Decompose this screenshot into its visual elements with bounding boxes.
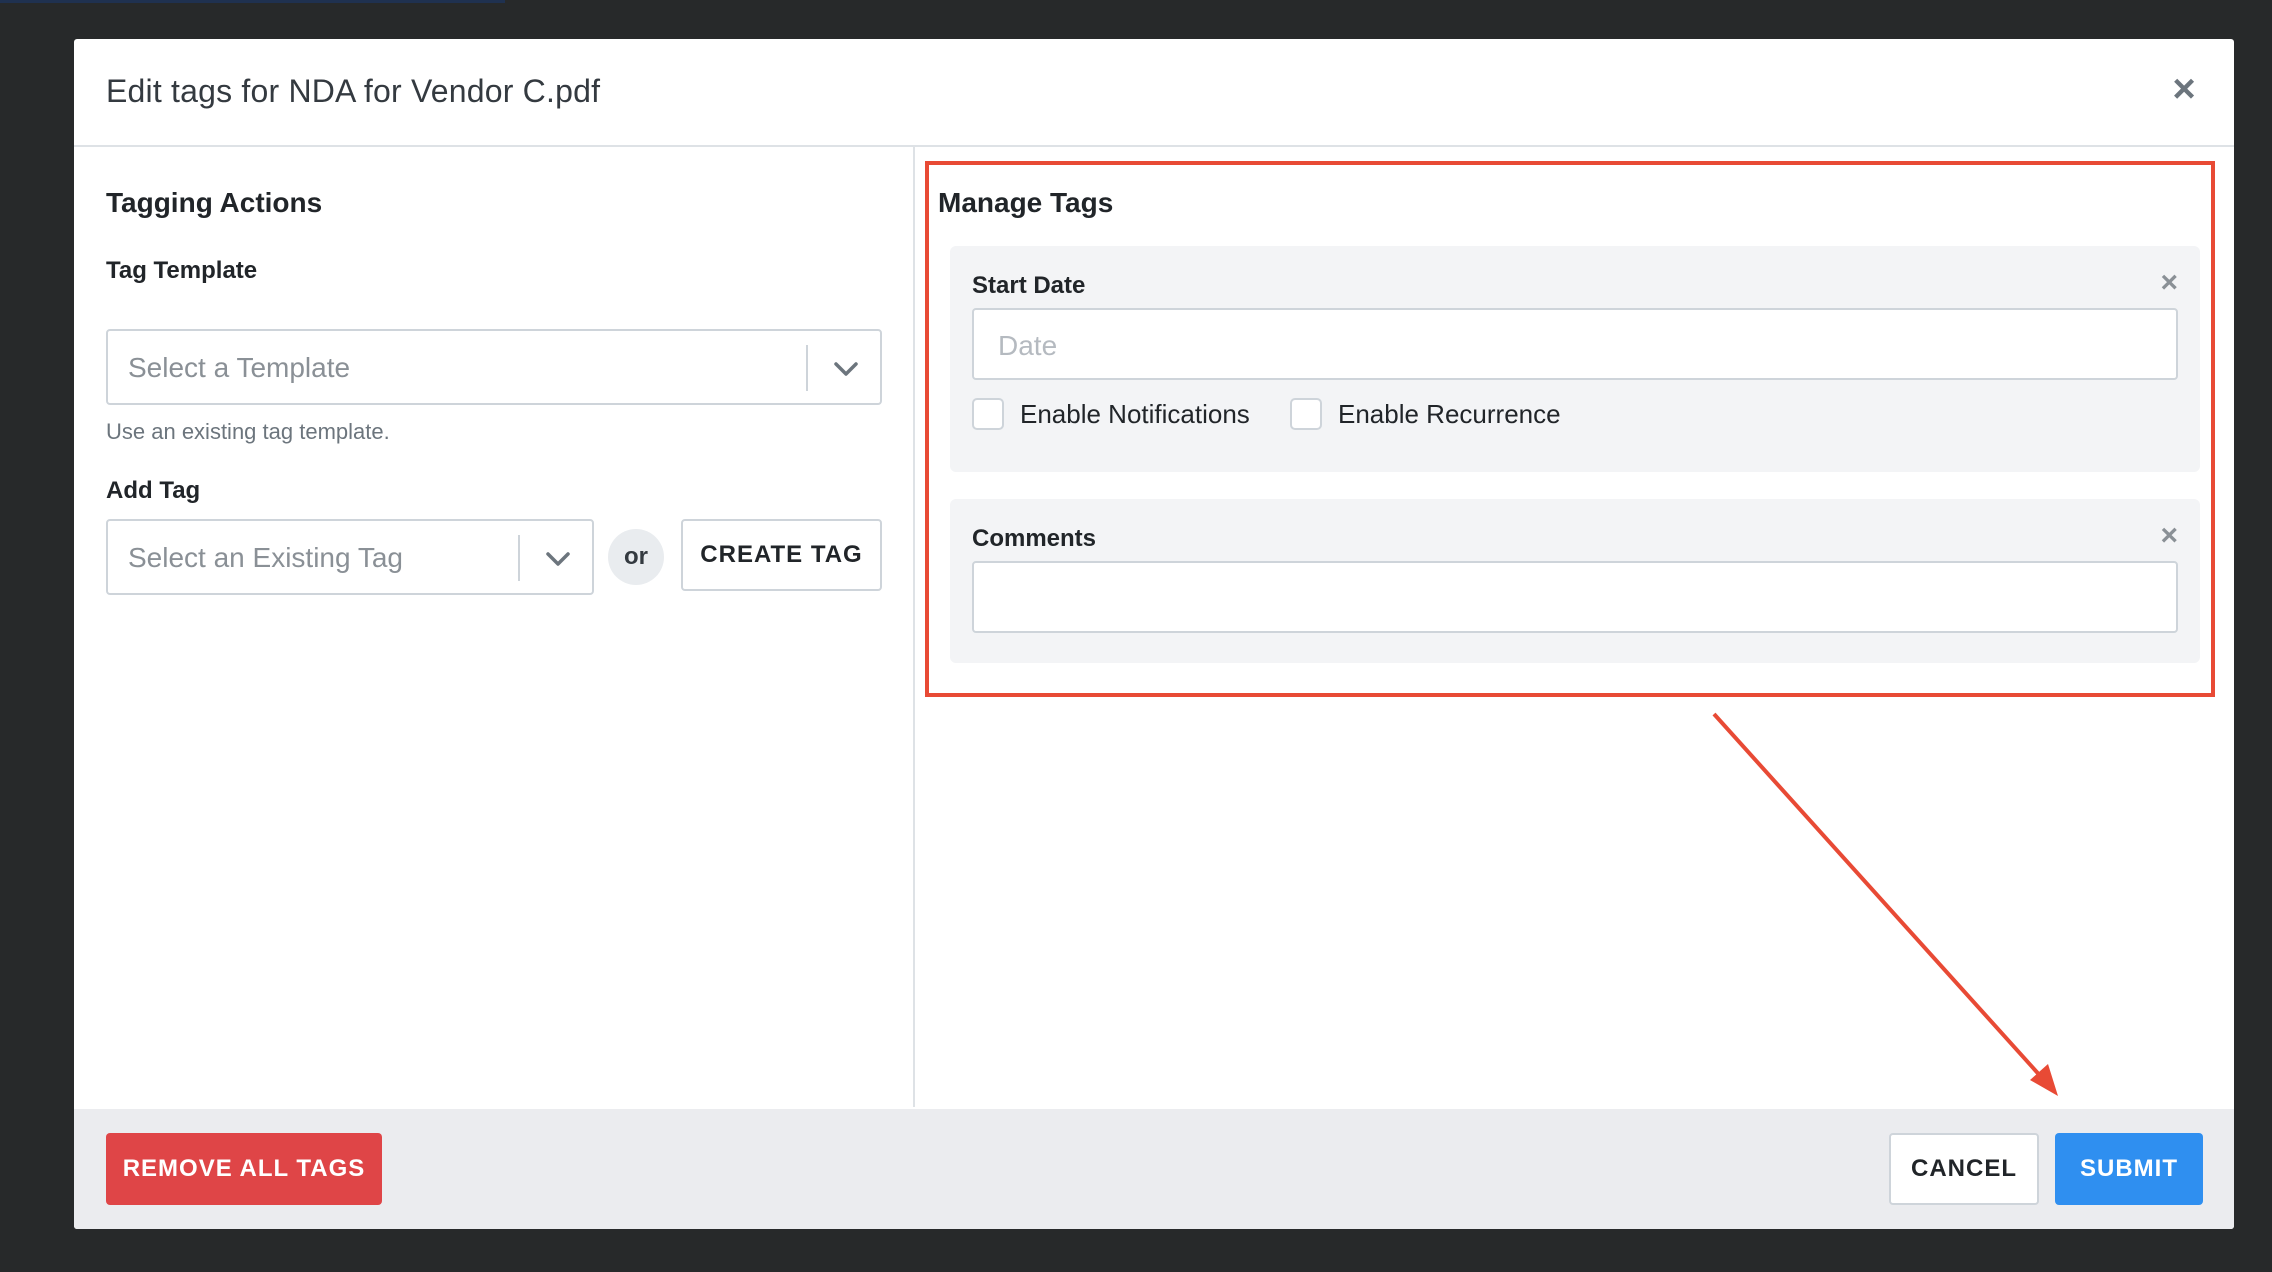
- create-tag-button[interactable]: CREATE TAG: [681, 519, 882, 591]
- enable-notifications-checkbox[interactable]: Enable Notifications: [972, 398, 1250, 430]
- remove-comments-icon[interactable]: ×: [2160, 519, 2178, 553]
- start-date-placeholder: Date: [998, 330, 1058, 361]
- manage-tags-title: Manage Tags: [938, 187, 1114, 218]
- checkbox-box[interactable]: [1290, 398, 1322, 430]
- remove-start-date-icon[interactable]: ×: [2160, 266, 2178, 300]
- modal-title: Edit tags for NDA for Vendor C.pdf: [106, 73, 601, 109]
- start-date-input[interactable]: Date: [972, 308, 2178, 380]
- add-tag-label: Add Tag: [106, 477, 201, 504]
- comments-label: Comments: [972, 525, 1097, 552]
- select-separator: [518, 535, 520, 581]
- enable-notifications-label: Enable Notifications: [1020, 398, 1250, 429]
- tag-template-placeholder: Select a Template: [128, 352, 351, 383]
- submit-button[interactable]: SUBMIT: [2055, 1133, 2203, 1205]
- or-badge: or: [608, 529, 664, 585]
- tagging-actions-pane: Tagging Actions Tag Template Select a Te…: [74, 147, 915, 1107]
- remove-all-tags-button[interactable]: REMOVE ALL TAGS: [106, 1133, 382, 1205]
- comments-tag-card: Comments ×: [950, 499, 2200, 663]
- tag-template-label: Tag Template: [106, 257, 258, 284]
- start-date-label: Start Date: [972, 272, 1086, 299]
- modal-header: Edit tags for NDA for Vendor C.pdf ×: [74, 39, 2234, 147]
- tagging-actions-title: Tagging Actions: [106, 187, 323, 218]
- modal-footer: REMOVE ALL TAGS CANCEL SUBMIT: [74, 1109, 2234, 1229]
- top-accent-line: [0, 0, 505, 3]
- add-tag-select[interactable]: Select an Existing Tag: [106, 519, 594, 595]
- checkbox-box[interactable]: [972, 398, 1004, 430]
- comments-input[interactable]: [972, 561, 2178, 633]
- chevron-down-icon: [834, 362, 858, 376]
- start-date-tag-card: Start Date × Date Enable Notifications E…: [950, 246, 2200, 472]
- tag-template-help: Use an existing tag template.: [106, 419, 390, 444]
- enable-recurrence-label: Enable Recurrence: [1338, 398, 1561, 429]
- close-icon[interactable]: ×: [2164, 69, 2204, 109]
- add-tag-placeholder: Select an Existing Tag: [128, 542, 403, 573]
- enable-recurrence-checkbox[interactable]: Enable Recurrence: [1290, 398, 1561, 430]
- cancel-button[interactable]: CANCEL: [1889, 1133, 2039, 1205]
- chevron-down-icon: [546, 552, 570, 566]
- select-separator: [806, 345, 808, 391]
- tag-template-select[interactable]: Select a Template: [106, 329, 882, 405]
